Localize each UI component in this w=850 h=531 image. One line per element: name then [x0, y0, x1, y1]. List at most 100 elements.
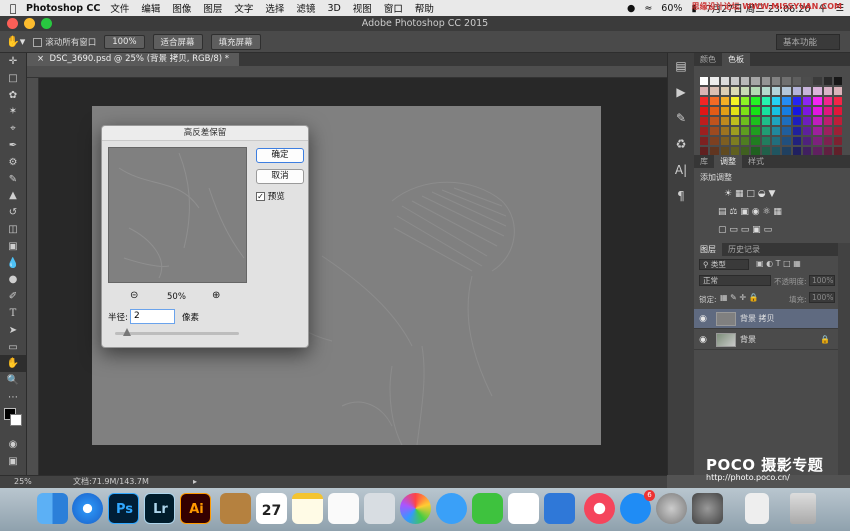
color-swatch[interactable] — [750, 136, 761, 146]
scroll-all-windows-checkbox[interactable]: 滚动所有窗口 — [33, 36, 96, 48]
color-swatch[interactable] — [699, 86, 710, 96]
cancel-button[interactable]: 取消 — [256, 169, 304, 184]
history-brush-tool-icon[interactable]: ↺ — [0, 204, 26, 221]
zoom-window-button[interactable] — [41, 18, 52, 29]
color-swatch[interactable] — [832, 86, 844, 96]
menu-3d[interactable]: 3D — [327, 3, 340, 14]
color-swatch[interactable] — [822, 86, 833, 96]
photos-icon[interactable] — [400, 493, 431, 524]
lightroom-icon[interactable]: Lr — [144, 493, 175, 524]
color-swatch[interactable] — [801, 96, 813, 106]
exposure-icon[interactable]: ◒ — [758, 189, 766, 199]
color-swatch[interactable] — [822, 126, 833, 136]
color-swatch[interactable] — [740, 126, 751, 136]
numbers-icon[interactable] — [508, 493, 539, 524]
menu-select[interactable]: 选择 — [265, 1, 284, 15]
tab-libraries[interactable]: 库 — [694, 155, 714, 168]
color-swatch[interactable] — [740, 76, 751, 86]
quick-select-tool-icon[interactable]: ✶ — [0, 103, 26, 120]
color-swatch[interactable] — [699, 116, 710, 126]
black-white-icon[interactable]: ▣ — [740, 207, 749, 217]
brush-tool-icon[interactable]: ✎ — [0, 171, 26, 188]
color-swatch[interactable] — [781, 86, 792, 96]
color-swatch[interactable] — [760, 76, 772, 86]
color-swatch[interactable] — [812, 86, 823, 96]
color-swatch[interactable] — [760, 86, 772, 96]
lasso-tool-icon[interactable]: ✿ — [0, 87, 26, 104]
color-swatch[interactable] — [729, 126, 741, 136]
color-swatch[interactable] — [760, 96, 772, 106]
color-swatch[interactable] — [709, 106, 720, 116]
hand-tool-icon[interactable]: ✋ — [0, 355, 26, 373]
gradient-map-icon[interactable]: ▭ — [764, 225, 773, 235]
visibility-eye-icon[interactable]: ◉ — [694, 335, 712, 345]
color-lookup-icon[interactable]: ▦ — [773, 207, 782, 217]
color-swatch[interactable] — [729, 86, 741, 96]
opacity-input[interactable]: 100% — [809, 275, 835, 286]
color-swatch[interactable] — [709, 96, 720, 106]
color-swatch[interactable] — [812, 136, 823, 146]
layer-row-background-copy[interactable]: ◉ 背景 拷贝 — [694, 309, 838, 329]
color-swatch[interactable] — [729, 136, 741, 146]
lock-pixels-icon[interactable]: ▦ — [720, 293, 728, 302]
color-swatch[interactable] — [699, 136, 710, 146]
color-swatch[interactable] — [771, 126, 782, 136]
curves-icon[interactable]: □ — [746, 189, 755, 199]
tab-color[interactable]: 颜色 — [694, 53, 722, 66]
color-swatch[interactable] — [832, 126, 844, 136]
color-swatch[interactable] — [771, 136, 782, 146]
hue-saturation-icon[interactable]: ▤ — [718, 207, 727, 217]
color-swatch[interactable] — [699, 76, 710, 86]
color-swatch[interactable] — [791, 116, 802, 126]
keynote-icon[interactable] — [544, 493, 575, 524]
messages-icon[interactable] — [436, 493, 467, 524]
layer-row-background[interactable]: ◉ 背景 🔒 — [694, 330, 838, 350]
gradient-tool-icon[interactable]: ▣ — [0, 238, 26, 255]
color-swatch[interactable] — [801, 86, 813, 96]
menu-type[interactable]: 文字 — [234, 1, 253, 15]
color-swatch[interactable] — [771, 76, 782, 86]
selective-color-icon[interactable]: ▣ — [752, 225, 761, 235]
path-select-tool-icon[interactable]: ➤ — [0, 322, 26, 339]
marquee-tool-icon[interactable]: □ — [0, 70, 26, 87]
wifi-icon[interactable]: ≈ — [644, 3, 652, 14]
status-zoom[interactable]: 25% — [14, 476, 32, 488]
color-swatch[interactable] — [812, 116, 823, 126]
layers-scrollbar[interactable] — [838, 243, 850, 475]
blend-mode-select[interactable]: 正常 — [699, 275, 771, 286]
color-swatch[interactable] — [781, 96, 792, 106]
close-tab-icon[interactable]: × — [37, 54, 44, 64]
character-panel-icon[interactable]: A| — [668, 157, 694, 183]
menu-layer[interactable]: 图层 — [203, 1, 222, 15]
tab-history[interactable]: 历史记录 — [722, 243, 766, 256]
close-window-button[interactable] — [7, 18, 18, 29]
filter-type-icon[interactable]: T — [776, 259, 781, 268]
color-swatch[interactable] — [729, 96, 741, 106]
brush-panel-icon[interactable]: ✎ — [668, 105, 694, 131]
color-swatch[interactable] — [740, 116, 751, 126]
photoshop-icon[interactable]: Ps — [108, 493, 139, 524]
adobe-cc-icon[interactable]: ● — [627, 3, 635, 14]
clone-source-panel-icon[interactable]: ♻ — [668, 131, 694, 157]
zoom-tool-icon[interactable]: 🔍 — [0, 372, 26, 389]
color-swatch[interactable] — [822, 106, 833, 116]
tab-swatches[interactable]: 色板 — [722, 53, 750, 66]
screen-mode-icon[interactable]: ▣ — [0, 453, 26, 470]
color-swatch[interactable] — [822, 136, 833, 146]
preview-checkbox[interactable]: ✓ 预览 — [256, 190, 285, 202]
menu-edit[interactable]: 编辑 — [141, 1, 160, 15]
status-menu-arrow-icon[interactable]: ▸ — [193, 476, 197, 488]
calendar-icon[interactable]: 27 — [256, 493, 287, 524]
menu-file[interactable]: 文件 — [110, 1, 129, 15]
color-swatch[interactable] — [771, 86, 782, 96]
apple-icon[interactable]:  — [0, 2, 26, 15]
move-tool-icon[interactable]: ✛ — [0, 53, 26, 70]
color-swatch[interactable] — [781, 76, 792, 86]
filter-shape-icon[interactable]: □ — [783, 259, 791, 268]
radius-slider-knob[interactable] — [123, 328, 132, 336]
color-swatch[interactable] — [729, 116, 741, 126]
color-swatch[interactable] — [750, 86, 761, 96]
menu-view[interactable]: 视图 — [353, 1, 372, 15]
color-swatch[interactable] — [801, 126, 813, 136]
ok-button[interactable]: 确定 — [256, 148, 304, 163]
